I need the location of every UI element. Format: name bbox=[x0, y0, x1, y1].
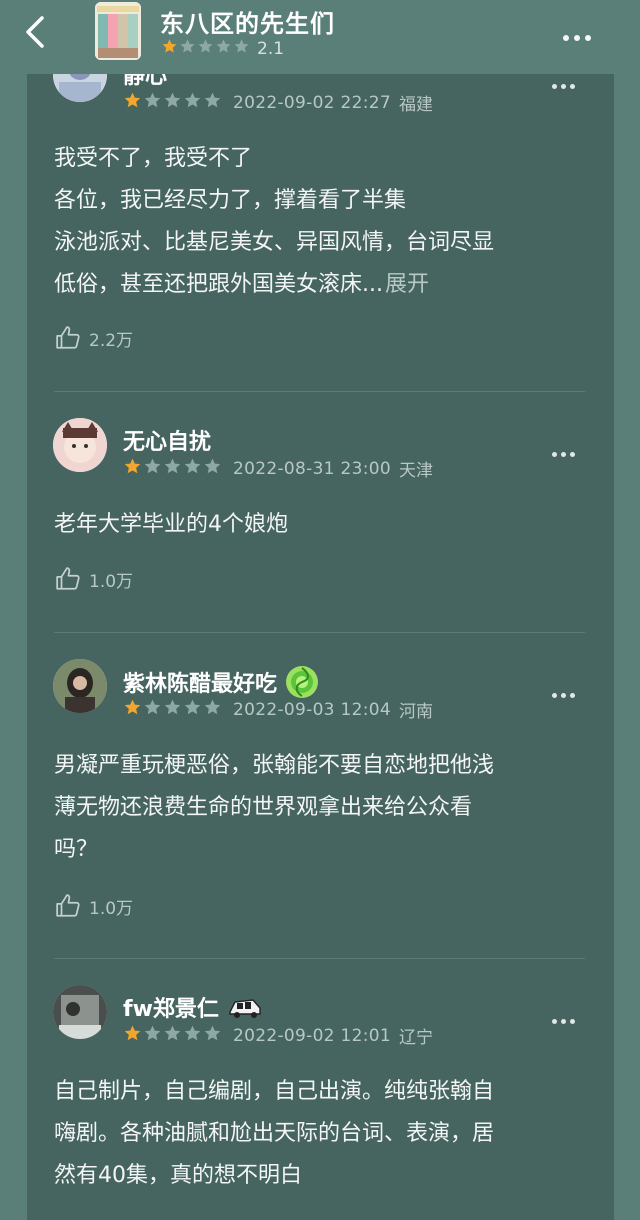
star-empty-icon bbox=[204, 458, 221, 474]
username[interactable]: 紫林陈醋最好吃 bbox=[123, 665, 319, 699]
review-time: 2022-09-02 12:01 bbox=[233, 1025, 391, 1046]
header-rating-score: 2.1 bbox=[257, 38, 285, 59]
star-empty-icon bbox=[204, 1025, 221, 1041]
review-location: 辽宁 bbox=[399, 1028, 433, 1048]
review-time: 2022-08-31 23:00 bbox=[233, 458, 391, 479]
review-meta: 2022-08-31 23:00 天津 bbox=[123, 456, 433, 481]
star-empty-icon bbox=[144, 92, 161, 108]
show-title: 东八区的先生们 bbox=[160, 10, 335, 38]
like-count: 1.0万 bbox=[89, 571, 134, 592]
star-filled-icon bbox=[162, 39, 177, 53]
like-button[interactable]: 1.0万 bbox=[55, 566, 133, 592]
star-empty-icon bbox=[184, 1025, 201, 1041]
review-text: 我受不了，我受不了 各位，我已经尽力了，撑着看了半集 泳池派对、比基尼美女、异国… bbox=[54, 146, 495, 297]
top-bar: 东八区的先生们 2.1 bbox=[0, 0, 640, 74]
username[interactable]: fw郑景仁 bbox=[123, 991, 263, 1023]
review-location: 天津 bbox=[399, 461, 433, 481]
review-more-icon[interactable] bbox=[552, 683, 579, 702]
star-empty-icon bbox=[144, 1025, 161, 1041]
like-button[interactable]: 2.2万 bbox=[55, 325, 133, 351]
divider bbox=[54, 632, 585, 633]
review-text: 老年大学毕业的4个娘炮 bbox=[54, 512, 288, 537]
star-empty-icon bbox=[164, 458, 181, 474]
star-empty-icon bbox=[164, 1025, 181, 1041]
star-empty-icon bbox=[198, 39, 213, 53]
star-empty-icon bbox=[180, 39, 195, 53]
reviews-list: 静心 2022-09-02 22:27 福建 我受不了，我受不了 各位，我已经尽… bbox=[27, 40, 614, 1220]
username[interactable]: 无心自扰 bbox=[123, 424, 211, 456]
review-more-icon[interactable] bbox=[552, 1009, 579, 1028]
star-empty-icon bbox=[164, 699, 181, 715]
star-empty-icon bbox=[204, 699, 221, 715]
star-empty-icon bbox=[164, 92, 181, 108]
like-count: 2.2万 bbox=[89, 330, 134, 351]
divider bbox=[54, 958, 585, 959]
review-meta: 2022-09-02 22:27 福建 bbox=[123, 90, 433, 115]
avatar[interactable] bbox=[53, 985, 107, 1039]
star-empty-icon bbox=[144, 699, 161, 715]
star-empty-icon bbox=[184, 92, 201, 108]
star-empty-icon bbox=[144, 458, 161, 474]
star-filled-icon bbox=[124, 1025, 141, 1041]
star-empty-icon bbox=[184, 458, 201, 474]
star-rating bbox=[123, 91, 223, 114]
star-empty-icon bbox=[204, 92, 221, 108]
more-options-icon[interactable] bbox=[563, 26, 596, 45]
review-location: 河南 bbox=[399, 702, 433, 722]
avatar[interactable] bbox=[53, 418, 107, 472]
review-location: 福建 bbox=[399, 95, 433, 115]
header-rating: 2.1 bbox=[161, 38, 284, 59]
review-meta: 2022-09-03 12:04 河南 bbox=[123, 697, 433, 722]
review-text: 自己制片，自己编剧，自己出演。纯纯张翰自 嗨剧。各种油腻和尬出天际的台词、表演，… bbox=[54, 1079, 495, 1188]
avatar[interactable] bbox=[53, 659, 107, 713]
review-more-icon[interactable] bbox=[552, 442, 579, 461]
star-rating bbox=[123, 698, 223, 721]
review-meta: 2022-09-02 12:01 辽宁 bbox=[123, 1023, 433, 1048]
review-more-icon[interactable] bbox=[552, 74, 579, 93]
review-time: 2022-09-03 12:04 bbox=[233, 699, 391, 720]
star-filled-icon bbox=[124, 92, 141, 108]
star-filled-icon bbox=[124, 458, 141, 474]
divider bbox=[54, 391, 585, 392]
like-button[interactable]: 1.0万 bbox=[55, 893, 133, 919]
thumbs-up-icon bbox=[56, 326, 80, 349]
review-time: 2022-09-02 22:27 bbox=[233, 92, 391, 113]
thumbs-up-icon bbox=[56, 894, 80, 917]
thumbs-up-icon bbox=[56, 567, 80, 590]
show-poster-thumbnail[interactable] bbox=[95, 2, 141, 60]
star-empty-icon bbox=[184, 699, 201, 715]
review-text: 男凝严重玩梗恶俗，张翰能不要自恋地把他浅 薄无物还浪费生命的世界观拿出来给公众看… bbox=[54, 753, 495, 862]
green-portal-badge-icon bbox=[286, 666, 319, 698]
poster-image bbox=[95, 2, 141, 60]
star-empty-icon bbox=[216, 39, 231, 53]
star-empty-icon bbox=[234, 39, 249, 53]
expand-link[interactable]: 展开 bbox=[385, 272, 429, 297]
header-star-rating bbox=[161, 38, 251, 59]
car-badge-icon bbox=[229, 999, 261, 1018]
star-rating bbox=[123, 1024, 223, 1047]
star-rating bbox=[123, 457, 223, 480]
like-count: 1.0万 bbox=[89, 898, 134, 919]
star-filled-icon bbox=[124, 699, 141, 715]
back-arrow-icon[interactable] bbox=[18, 14, 54, 50]
